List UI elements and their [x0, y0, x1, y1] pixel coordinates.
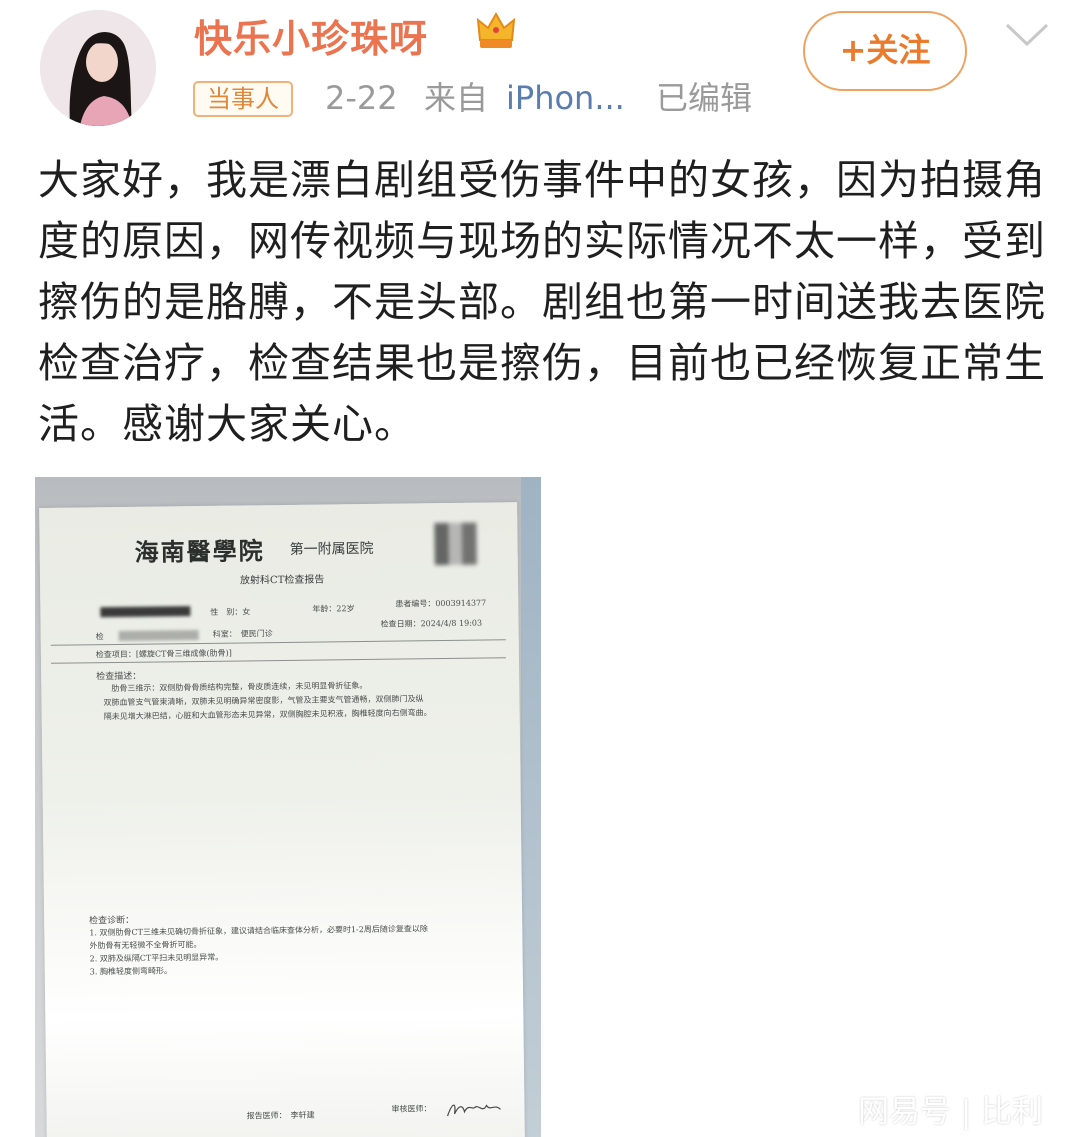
- ct-report-document: 海南醫學院 第一附属医院 放射科CT检查报告 性 别：女 年龄：22岁 患者编号…: [39, 502, 525, 1137]
- crown-icon: [476, 11, 516, 48]
- description-title: 检查描述：: [96, 671, 142, 683]
- diagnosis-line: 1. 双侧肋骨CT三维未见确切骨折征象，建议请结合临床查体分析，必要时1-2周后…: [89, 924, 428, 938]
- source-prefix: 来自: [424, 79, 489, 117]
- follow-button[interactable]: +关注: [803, 11, 967, 91]
- exam-date: 检查日期：2024/4/8 19:03: [380, 618, 483, 629]
- source-device-link[interactable]: iPhon...: [506, 78, 625, 118]
- edited-label[interactable]: 已编辑: [656, 78, 752, 118]
- qr-code-icon: [434, 522, 477, 566]
- watermark-brand: 网易号: [858, 1094, 951, 1130]
- report-title: 放射科CT检查报告: [239, 574, 325, 587]
- role-badge: 当事人: [193, 81, 293, 117]
- exam-item: 检查项目：[螺旋CT骨三维成像(肋骨)]: [95, 648, 232, 660]
- post-image[interactable]: 海南醫學院 第一附属医院 放射科CT检查报告 性 别：女 年龄：22岁 患者编号…: [35, 477, 541, 1137]
- description-line: 肋骨三维示：双侧肋骨骨质结构完整，骨皮质连续，未见明显骨折征象。: [111, 680, 368, 694]
- gender-field: 性 别：女: [210, 607, 251, 617]
- handwritten-signature: [447, 1104, 501, 1117]
- redacted-name: [100, 606, 191, 618]
- exam-label: 检: [95, 632, 104, 642]
- avatar[interactable]: [40, 10, 156, 126]
- age-field: 年龄：22岁: [312, 604, 355, 614]
- avatar-image: [40, 10, 156, 126]
- diagnosis-line: 3. 胸椎轻度侧弯畸形。: [89, 966, 173, 977]
- diagnosis-line: 2. 双肺及纵隔CT平扫未见明显异常。: [89, 952, 224, 964]
- diagnosis-title: 检查诊断：: [89, 915, 135, 927]
- username[interactable]: 快乐小珍珠呀: [194, 8, 428, 63]
- watermark: 网易号 | 比利: [858, 1086, 1043, 1131]
- report-doctor: 报告医师： 李轩建: [246, 1110, 315, 1121]
- patient-number: 患者编号：0003914377: [395, 598, 487, 609]
- review-doctor-label: 审核医师：: [391, 1104, 432, 1114]
- background-surface: [521, 477, 541, 1137]
- redacted-field: [118, 630, 199, 641]
- department-field: 科室： 便民门诊: [212, 629, 273, 639]
- post-date: 2-22: [325, 79, 398, 117]
- chevron-down-icon[interactable]: [1004, 22, 1050, 48]
- diagnosis-line: 外肋骨有无轻微不全骨折可能。: [89, 939, 202, 951]
- hospital-subtitle: 第一附属医院: [289, 540, 374, 558]
- post-text: 大家好，我是漂白剧组受伤事件中的女孩，因为拍摄角度的原因，网传视频与现场的实际情…: [38, 156, 1046, 448]
- watermark-separator: |: [960, 1094, 972, 1130]
- description-line: 隔未见增大淋巴结，心脏和大血管形态未见异常，双侧胸腔未见积液，胸椎轻度向右侧弯曲…: [103, 708, 432, 722]
- description-line: 双肺血管支气管束清晰，双肺未见明确异常密度影，气管及主要支气管通畅，双侧肺门及纵: [103, 694, 424, 708]
- hospital-name: 海南醫學院: [134, 536, 265, 567]
- watermark-author: 比利: [981, 1094, 1044, 1130]
